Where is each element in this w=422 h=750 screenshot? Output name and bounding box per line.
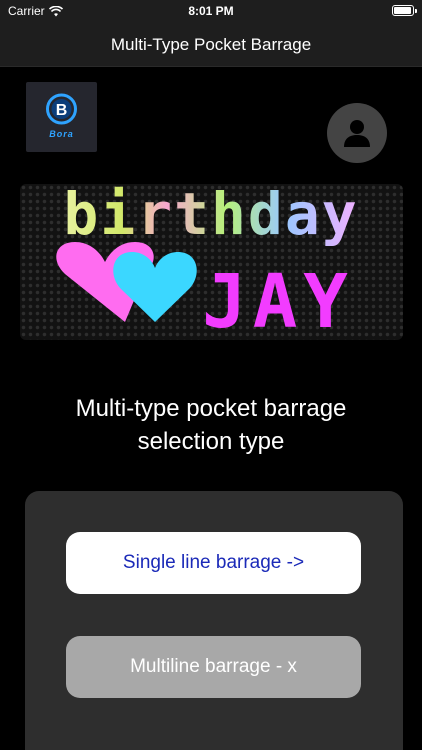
selection-heading: Multi-type pocket barrage selection type (0, 392, 422, 458)
single-line-barrage-button[interactable]: Single line barrage -> (66, 532, 361, 594)
app-logo: B Bora (26, 82, 97, 152)
page-title: Multi-Type Pocket Barrage (110, 35, 312, 54)
heading-line-2: selection type (137, 428, 285, 455)
profile-button[interactable] (327, 103, 387, 163)
logo-b-icon: B (46, 93, 77, 125)
battery-icon (392, 5, 417, 16)
battery-level (394, 7, 412, 14)
heading-line-1: Multi-type pocket barrage (75, 395, 347, 422)
led-banner-preview: birthday JAY (20, 184, 403, 340)
navigation-bar: Multi-Type Pocket Barrage (0, 22, 422, 67)
selection-panel (25, 491, 403, 750)
person-icon (344, 120, 370, 147)
svg-text:B: B (56, 102, 68, 119)
banner-line-2: JAY (202, 259, 354, 340)
banner-line-1: birthday (63, 184, 358, 248)
multiline-barrage-button[interactable]: Multiline barrage - x (66, 636, 361, 698)
logo-text: Bora (49, 129, 74, 139)
status-bar: Carrier 8:01 PM (0, 0, 422, 22)
status-time: 8:01 PM (188, 4, 234, 18)
